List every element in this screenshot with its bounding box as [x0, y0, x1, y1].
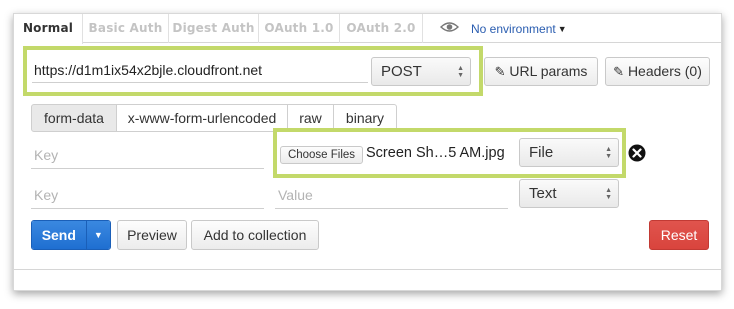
remove-row-icon[interactable]: [628, 144, 646, 162]
preview-button[interactable]: Preview: [117, 220, 187, 250]
tab-form-data[interactable]: form-data: [31, 104, 117, 132]
choose-files-button[interactable]: Choose Files: [280, 146, 363, 164]
url-value: https://d1m1ix54x2bjle.cloudfront.net: [34, 62, 263, 78]
reset-button[interactable]: Reset: [649, 220, 709, 250]
send-dropdown-caret-icon[interactable]: ▼: [85, 221, 110, 249]
selected-file-name: Screen Sh…5 AM.jpg: [366, 145, 505, 161]
tab-x-www-form-urlencoded[interactable]: x-www-form-urlencoded: [117, 104, 288, 132]
tab-basic-auth[interactable]: Basic Auth: [83, 14, 169, 43]
value-type-text: Text: [529, 185, 557, 202]
value-type-select[interactable]: Text ▲ ▼: [519, 179, 619, 208]
url-input[interactable]: https://d1m1ix54x2bjle.cloudfront.net: [32, 57, 368, 83]
environment-label[interactable]: No environment: [471, 22, 556, 36]
choose-files-label: Choose Files: [287, 149, 356, 161]
key-input[interactable]: Key: [31, 182, 264, 209]
value-input[interactable]: Value: [275, 182, 508, 209]
environment-selector[interactable]: No environment ▼: [439, 14, 567, 43]
request-builder-panel: Normal Basic Auth Digest Auth OAuth 1.0 …: [13, 13, 722, 291]
headers-label: Headers (0): [627, 63, 702, 79]
url-params-label: URL params: [509, 63, 588, 79]
auth-tab-bar: Normal Basic Auth Digest Auth OAuth 1.0 …: [14, 14, 721, 44]
send-button[interactable]: Send: [32, 221, 86, 249]
key-placeholder: Key: [34, 147, 59, 163]
edit-icon: ✎: [613, 64, 625, 79]
method-select[interactable]: POST ▲ ▼: [371, 57, 471, 86]
value-type-file: File: [529, 144, 554, 161]
tab-oauth-1[interactable]: OAuth 1.0: [259, 14, 340, 43]
tab-normal[interactable]: Normal: [14, 14, 83, 44]
value-placeholder: Value: [278, 187, 313, 203]
key-placeholder: Key: [34, 187, 59, 203]
key-input[interactable]: Key: [31, 142, 264, 169]
add-to-collection-button[interactable]: Add to collection: [191, 220, 319, 250]
select-arrows-icon: ▲ ▼: [457, 64, 464, 79]
tab-digest-auth[interactable]: Digest Auth: [169, 14, 259, 43]
select-arrows-icon: ▲ ▼: [605, 145, 612, 160]
tab-oauth-2[interactable]: OAuth 2.0: [340, 14, 423, 43]
edit-icon: ✎: [494, 64, 506, 79]
method-value: POST: [381, 63, 422, 80]
value-type-select[interactable]: File ▲ ▼: [519, 138, 619, 167]
url-params-button[interactable]: ✎ URL params: [484, 57, 598, 86]
send-button-group: Send ▼: [31, 220, 111, 250]
eye-icon: [439, 20, 460, 38]
headers-button[interactable]: ✎ Headers (0): [605, 57, 710, 86]
bottom-divider: [14, 269, 721, 270]
select-arrows-icon: ▲ ▼: [605, 186, 612, 201]
caret-down-icon: ▼: [557, 23, 567, 34]
